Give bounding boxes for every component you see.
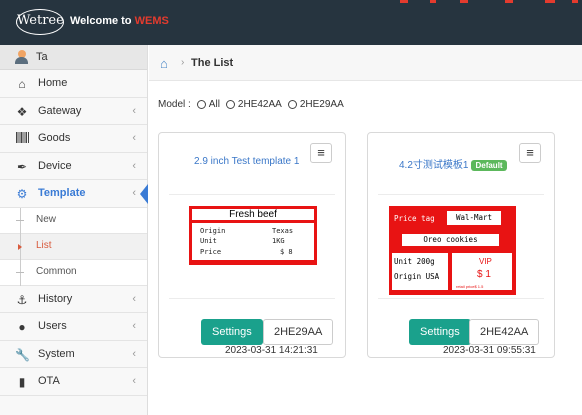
model-filter-label: Model :	[158, 99, 191, 110]
preview-product: Oreo cookies	[402, 234, 499, 246]
template-title[interactable]: 2.9 inch Test template 1	[194, 156, 299, 167]
user-name: Ta	[36, 51, 48, 63]
card-menu-button[interactable]: ≡	[310, 143, 332, 163]
breadcrumb: ⌂ › The List	[149, 45, 582, 81]
sidebar-subitem-list[interactable]: List	[0, 233, 147, 260]
top-accent-line	[300, 0, 582, 4]
radio-icon	[196, 100, 206, 109]
tag-preview: Fresh beef Origin Texas Unit 1KG Price $ 8	[189, 206, 317, 265]
settings-button[interactable]: Settings	[409, 319, 471, 345]
avatar-icon	[15, 50, 28, 64]
template-card: 2.9 inch Test template 1 ≡ Fresh beef Or…	[158, 132, 346, 358]
template-card: 4.2寸测试模板1 Default ≡ Price tag Wal-Mart Or…	[367, 132, 555, 358]
chevron-left-icon: ‹	[132, 292, 136, 305]
updated-date: 2023-03-31 09:55:31	[443, 345, 536, 356]
chip-icon: ▮	[18, 375, 26, 389]
sidebar-item-template[interactable]: ⚙ Template ‹	[0, 180, 148, 208]
tag-preview: Price tag Wal-Mart Oreo cookies Unit 200…	[389, 206, 516, 295]
tag-icon: ✒	[16, 159, 28, 174]
barcode-icon	[15, 132, 29, 146]
preview-store: Wal-Mart	[447, 211, 501, 225]
model-button[interactable]: 2HE29AA	[263, 319, 334, 345]
chevron-left-icon: ‹	[132, 187, 136, 199]
preview-row: Unit 1KG	[200, 237, 285, 245]
sidebar-item-label: OTA	[38, 375, 60, 387]
breadcrumb-separator: ›	[181, 57, 185, 68]
settings-button[interactable]: Settings	[201, 319, 263, 345]
model-radio-2he42aa[interactable]: 2HE42AA	[225, 99, 282, 110]
sidebar-subitem-new[interactable]: New	[0, 207, 147, 234]
sidebar-item-system[interactable]: 🔧 System ‹	[0, 341, 147, 368]
sidebar-item-goods[interactable]: Goods ‹	[0, 125, 147, 153]
radio-icon	[225, 100, 235, 109]
menu-icon: ≡	[526, 145, 534, 160]
sidebar-item-home[interactable]: ⌂ Home	[0, 70, 147, 98]
chevron-left-icon: ‹	[132, 132, 136, 144]
wetree-logo[interactable]: Wetree	[16, 9, 64, 35]
radio-label: 2HE29AA	[299, 99, 344, 110]
updated-date: 2023-03-31 14:21:31	[225, 345, 318, 356]
top-bar: Wetree Welcome to WEMS	[0, 0, 582, 45]
sidebar: Ta ⌂ Home ❖ Gateway ‹ Goods ‹ ✒ Device ‹…	[0, 45, 148, 415]
sidebar-item-label: Template	[38, 187, 86, 199]
chevron-left-icon: ‹	[132, 104, 136, 117]
caret-right-icon	[18, 243, 22, 250]
sidebar-item-label: Goods	[38, 132, 71, 144]
model-filter: Model : All 2HE42AA 2HE29AA	[158, 99, 344, 110]
chevron-left-icon: ‹	[132, 375, 136, 387]
chevron-left-icon: ‹	[132, 320, 136, 332]
home-icon[interactable]: ⌂	[160, 56, 168, 71]
sidebar-item-label: History	[38, 292, 73, 305]
card-menu-button[interactable]: ≡	[519, 143, 541, 163]
wrench-icon: 🔧	[15, 347, 30, 362]
sidebar-subitem-label: New	[36, 213, 57, 225]
anchor-icon: ⚓	[16, 292, 28, 307]
welcome-label: Welcome to	[70, 15, 132, 27]
sidebar-item-label: Device	[38, 159, 72, 172]
model-button[interactable]: 2HE42AA	[469, 319, 540, 345]
preview-row: Origin Texas	[200, 227, 294, 235]
radio-icon	[287, 100, 297, 109]
sidebar-item-label: Users	[38, 320, 67, 332]
gateway-icon: ❖	[16, 104, 28, 119]
sidebar-subitem-common[interactable]: Common	[0, 259, 147, 286]
model-radio-all[interactable]: All	[196, 99, 220, 110]
sidebar-item-device[interactable]: ✒ Device ‹	[0, 153, 147, 180]
preview-unit-origin: Unit 200g Origin USA	[392, 253, 448, 290]
brand-name: WEMS	[134, 15, 169, 27]
sidebar-item-label: Home	[38, 77, 68, 89]
preview-price-tag: Price tag	[394, 214, 435, 223]
sidebar-subitem-label: Common	[36, 265, 77, 277]
preview-row: Price $ 8	[200, 248, 293, 256]
radio-label: 2HE42AA	[237, 99, 282, 110]
preview-vip: VIP	[479, 257, 492, 266]
sidebar-item-label: Gateway	[38, 104, 82, 117]
active-indicator	[140, 184, 148, 204]
chevron-left-icon: ‹	[132, 159, 136, 172]
user-icon: ●	[18, 320, 26, 334]
model-radio-2he29aa[interactable]: 2HE29AA	[287, 99, 344, 110]
welcome-text: Welcome to WEMS	[70, 15, 169, 27]
sidebar-item-history[interactable]: ⚓ History ‹	[0, 286, 147, 313]
preview-retail: retail price$ 1.5	[456, 284, 484, 289]
sidebar-item-users[interactable]: ● Users ‹	[0, 313, 147, 341]
sidebar-subitem-label: List	[36, 239, 52, 251]
sidebar-item-label: System	[38, 347, 75, 360]
chevron-left-icon: ‹	[132, 347, 136, 360]
page-title: The List	[191, 57, 234, 69]
home-icon: ⌂	[18, 77, 26, 91]
preview-header: Fresh beef	[192, 209, 314, 220]
template-title[interactable]: 4.2寸测试模板1 Default	[399, 156, 507, 171]
radio-label: All	[208, 99, 220, 110]
sidebar-item-ota[interactable]: ▮ OTA ‹	[0, 368, 147, 396]
menu-icon: ≡	[317, 145, 325, 160]
default-badge: Default	[471, 160, 507, 171]
user-profile[interactable]: Ta	[0, 45, 147, 70]
sidebar-item-gateway[interactable]: ❖ Gateway ‹	[0, 98, 147, 125]
cogs-icon: ⚙	[16, 187, 28, 201]
preview-vip-price: $ 1	[477, 269, 491, 280]
